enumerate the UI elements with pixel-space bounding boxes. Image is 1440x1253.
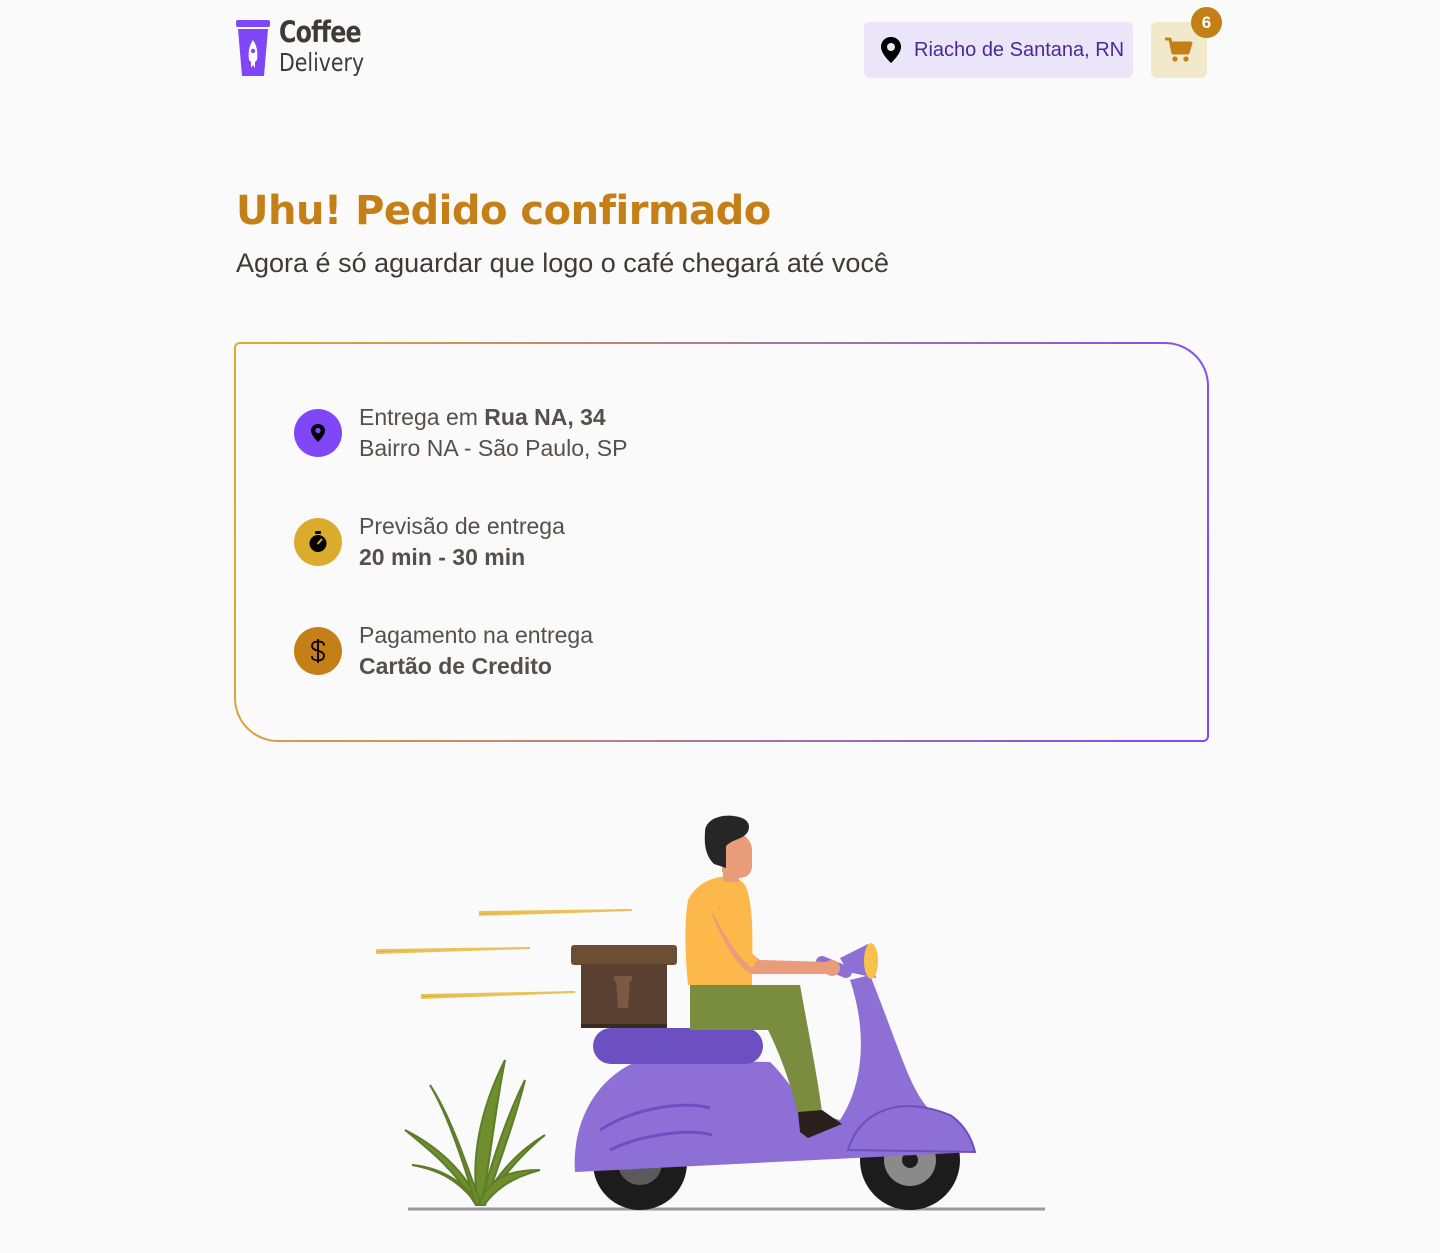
page-subtitle: Agora é só aguardar que logo o café cheg…	[236, 248, 889, 278]
estimate-icon-circle	[294, 518, 342, 566]
delivery-prefix: Entrega em	[359, 404, 485, 430]
dollar-icon	[311, 639, 325, 663]
payment-text: Pagamento na entrega Cartão de Credito	[359, 620, 593, 682]
location-label: Riacho de Santana, RN	[914, 38, 1125, 61]
plant	[404, 1059, 546, 1206]
logo-text-coffee: Coffee	[279, 15, 362, 49]
logo-text-delivery: Delivery	[279, 48, 365, 77]
estimate-label: Previsão de entrega	[359, 513, 565, 539]
delivery-estimate-row: Previsão de entrega 20 min - 30 min	[294, 511, 565, 573]
delivery-estimate-text: Previsão de entrega 20 min - 30 min	[359, 511, 565, 573]
timer-icon	[309, 531, 327, 552]
delivery-icon-circle	[294, 409, 342, 457]
delivery-address-text: Entrega em Rua NA, 34 Bairro NA - São Pa…	[359, 402, 627, 464]
delivery-scooter-illustration	[376, 815, 1045, 1211]
payment-icon-circle	[294, 627, 342, 675]
coffee-delivery-logo[interactable]: Coffee Delivery	[235, 18, 383, 80]
payment-label: Pagamento na entrega	[359, 622, 594, 648]
delivery-street: Rua NA, 34	[484, 404, 606, 430]
cart-count-badge: 6	[1191, 7, 1222, 38]
delivery-address-row: Entrega em Rua NA, 34 Bairro NA - São Pa…	[294, 402, 627, 464]
payment-value: Cartão de Credito	[359, 653, 552, 679]
delivery-box	[571, 945, 677, 1028]
estimate-value: 20 min - 30 min	[359, 544, 526, 570]
payment-row: Pagamento na entrega Cartão de Credito	[294, 620, 593, 682]
order-info-card: Entrega em Rua NA, 34 Bairro NA - São Pa…	[234, 342, 1209, 742]
delivery-district: Bairro NA - São Paulo, SP	[359, 435, 628, 461]
map-pin-icon	[311, 424, 325, 442]
page-title: Uhu! Pedido confirmado	[236, 188, 771, 234]
shopping-cart-icon	[1165, 37, 1193, 62]
app-header: Coffee Delivery Riacho de Santana, RN 6	[0, 0, 1440, 100]
location-button[interactable]: Riacho de Santana, RN	[864, 22, 1133, 78]
map-pin-icon	[881, 37, 901, 63]
coffee-cup-rocket-icon	[236, 20, 270, 76]
